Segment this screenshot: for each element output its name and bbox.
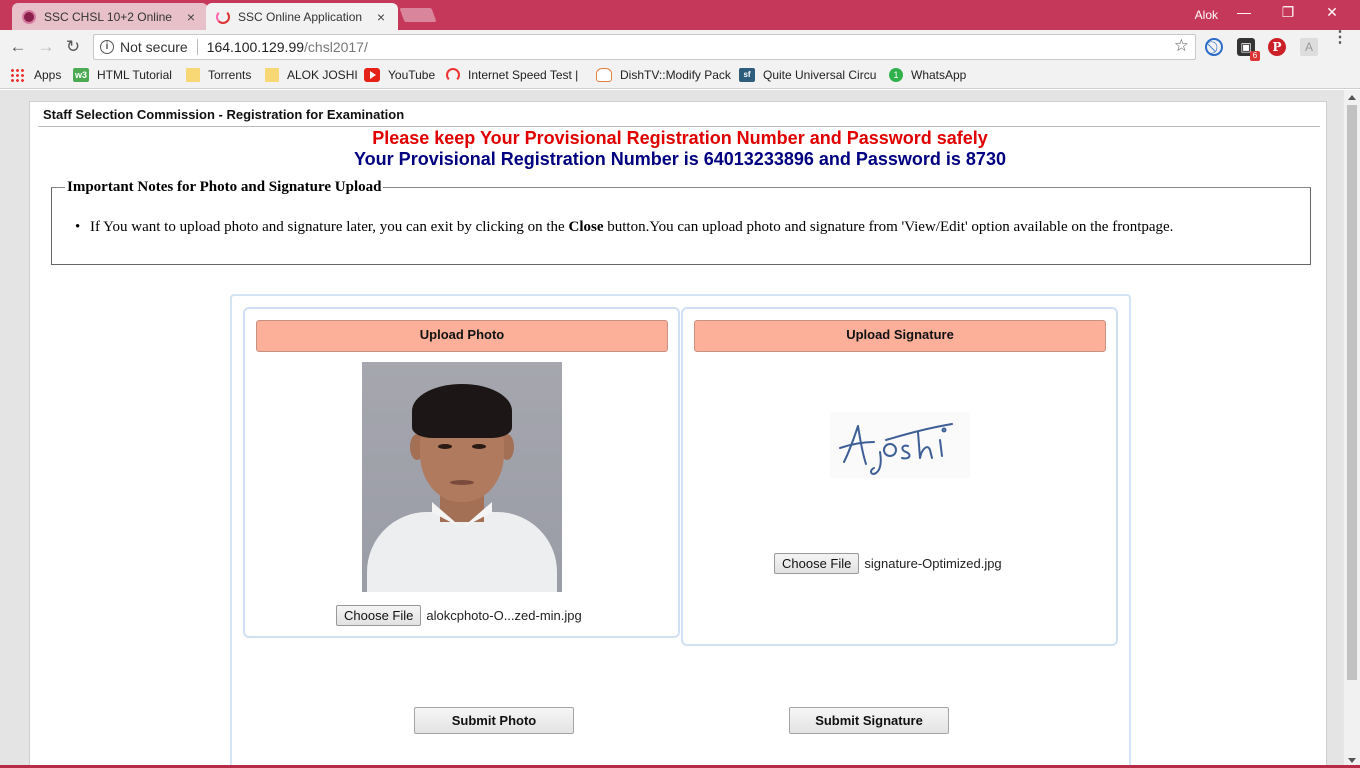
security-status[interactable]: Not secure <box>120 39 188 55</box>
bookmark-label: ALOK JOSHI <box>287 68 358 82</box>
photo-hair <box>412 384 512 438</box>
youtube-icon <box>364 68 380 82</box>
bookmark-html-tutorial[interactable]: w3 HTML Tutorial <box>73 68 172 82</box>
photo-eye <box>472 444 486 449</box>
bookmark-whatsapp[interactable]: 1 WhatsApp <box>889 68 966 82</box>
extension-badge-count: 6 <box>1250 51 1260 61</box>
bookmark-apps[interactable]: Apps <box>10 68 61 82</box>
bookmark-label: HTML Tutorial <box>97 68 172 82</box>
divider <box>196 39 198 55</box>
submit-signature-button[interactable]: Submit Signature <box>789 707 949 734</box>
signature-file-name: signature-Optimized.jpg <box>864 556 1002 571</box>
photo-file-name: alokcphoto-O...zed-min.jpg <box>426 608 582 623</box>
notes-text-before: If You want to upload photo and signatur… <box>90 219 569 235</box>
photo-mouth <box>450 480 474 485</box>
dish-icon <box>596 68 612 82</box>
notes-text-close: Close <box>568 219 604 235</box>
notes-text-after: button.You can upload photo and signatur… <box>603 219 1174 235</box>
menu-icon[interactable]: ⋮ <box>1332 30 1348 53</box>
bookmarks-bar: Apps w3 HTML Tutorial Torrents ALOK JOSH… <box>0 64 1360 89</box>
w3schools-icon: w3 <box>73 68 89 82</box>
maximize-icon[interactable]: ❐ <box>1278 4 1298 21</box>
photo-eye <box>438 444 452 449</box>
photo-preview <box>362 362 562 592</box>
minimize-icon[interactable]: — <box>1234 4 1254 20</box>
choose-photo-button[interactable]: Choose File <box>336 605 422 626</box>
submit-photo-button[interactable]: Submit Photo <box>414 707 574 734</box>
bookmark-quite-universal[interactable]: sf Quite Universal Circu <box>739 68 876 82</box>
signature-file-input[interactable]: Choose File signature-Optimized.jpg <box>774 553 1002 574</box>
signature-preview <box>830 412 970 478</box>
bookmark-label: DishTV::Modify Pack <box>620 68 731 82</box>
upload-signature-header: Upload Signature <box>694 320 1106 352</box>
tab-title: SSC CHSL 10+2 Online F <box>44 9 176 24</box>
close-window-icon[interactable]: ✕ <box>1322 4 1342 21</box>
bookmark-label: Quite Universal Circu <box>763 68 877 82</box>
photo-shirt <box>367 512 557 592</box>
tab-ssc-online-application[interactable]: SSC Online Application × <box>206 3 398 30</box>
scroll-up-arrow-icon[interactable] <box>1348 95 1356 100</box>
reload-icon[interactable]: ↻ <box>63 37 83 57</box>
tab-close-icon[interactable]: × <box>184 9 198 25</box>
bookmark-label: YouTube <box>388 68 436 82</box>
block-extension-icon[interactable]: ⃠ <box>1205 38 1223 56</box>
vertical-scrollbar[interactable] <box>1343 90 1360 768</box>
sf-icon: sf <box>739 68 755 82</box>
url-host[interactable]: 164.100.129.99 <box>207 39 304 55</box>
bookmark-speed-test[interactable]: Internet Speed Test | <box>446 68 578 82</box>
whatsapp-icon: 1 <box>889 68 903 82</box>
apps-grid-icon <box>10 68 26 82</box>
folder-icon <box>186 68 200 82</box>
bookmark-torrents[interactable]: Torrents <box>186 68 251 82</box>
browser-toolbar: ← → ↻ i Not secure 164.100.129.99 /chsl2… <box>0 30 1360 64</box>
page-title: Staff Selection Commission - Registratio… <box>38 106 1320 127</box>
bookmark-label: Torrents <box>208 68 252 82</box>
provisional-notice: Please keep Your Provisional Registratio… <box>372 128 988 148</box>
url-path[interactable]: /chsl2017/ <box>304 39 368 55</box>
upload-photo-header: Upload Photo <box>256 320 668 352</box>
pinterest-icon[interactable]: P <box>1268 38 1286 56</box>
tab-title: SSC Online Application <box>238 9 363 24</box>
notes-list-item: If You want to upload photo and signatur… <box>75 219 1174 236</box>
bookmark-youtube[interactable]: YouTube <box>364 68 435 82</box>
ssc-favicon-icon <box>22 9 36 24</box>
address-bar[interactable]: i Not secure 164.100.129.99 /chsl2017/ ☆ <box>93 34 1196 60</box>
folder-icon <box>265 68 279 82</box>
pdf-extension-icon[interactable]: A <box>1300 38 1318 56</box>
bookmark-label: Apps <box>34 68 62 82</box>
info-icon[interactable]: i <box>100 40 114 54</box>
photo-file-input[interactable]: Choose File alokcphoto-O...zed-min.jpg <box>336 605 582 626</box>
new-tab-button[interactable] <box>399 8 437 22</box>
bookmark-star-icon[interactable]: ☆ <box>1174 36 1189 56</box>
tab-close-icon[interactable]: × <box>374 9 388 25</box>
back-arrow-icon[interactable]: ← <box>8 37 28 57</box>
profile-name[interactable]: Alok <box>1195 8 1218 22</box>
bookmark-label: Internet Speed Test | <box>468 68 579 82</box>
bookmark-label: WhatsApp <box>911 68 967 82</box>
bookmark-alok-joshi[interactable]: ALOK JOSHI <box>265 68 358 82</box>
scroll-down-arrow-icon[interactable] <box>1348 758 1356 763</box>
loading-spinner-icon <box>216 9 230 24</box>
important-notes-fieldset: Important Notes for Photo and Signature … <box>51 179 1311 265</box>
speedometer-icon <box>446 68 460 82</box>
tab-ssc-chsl[interactable]: SSC CHSL 10+2 Online F × <box>12 3 208 30</box>
registration-credentials: Your Provisional Registration Number is … <box>354 149 1006 169</box>
forward-arrow-icon[interactable]: → <box>36 37 56 57</box>
extension-badge-icon[interactable]: ▣ 6 <box>1237 38 1260 61</box>
choose-signature-button[interactable]: Choose File <box>774 553 860 574</box>
bookmark-dishtv[interactable]: DishTV::Modify Pack <box>596 68 731 82</box>
notes-legend: Important Notes for Photo and Signature … <box>65 179 384 196</box>
scroll-thumb[interactable] <box>1347 105 1357 680</box>
window-titlebar: SSC CHSL 10+2 Online F × SSC Online Appl… <box>0 0 1360 30</box>
